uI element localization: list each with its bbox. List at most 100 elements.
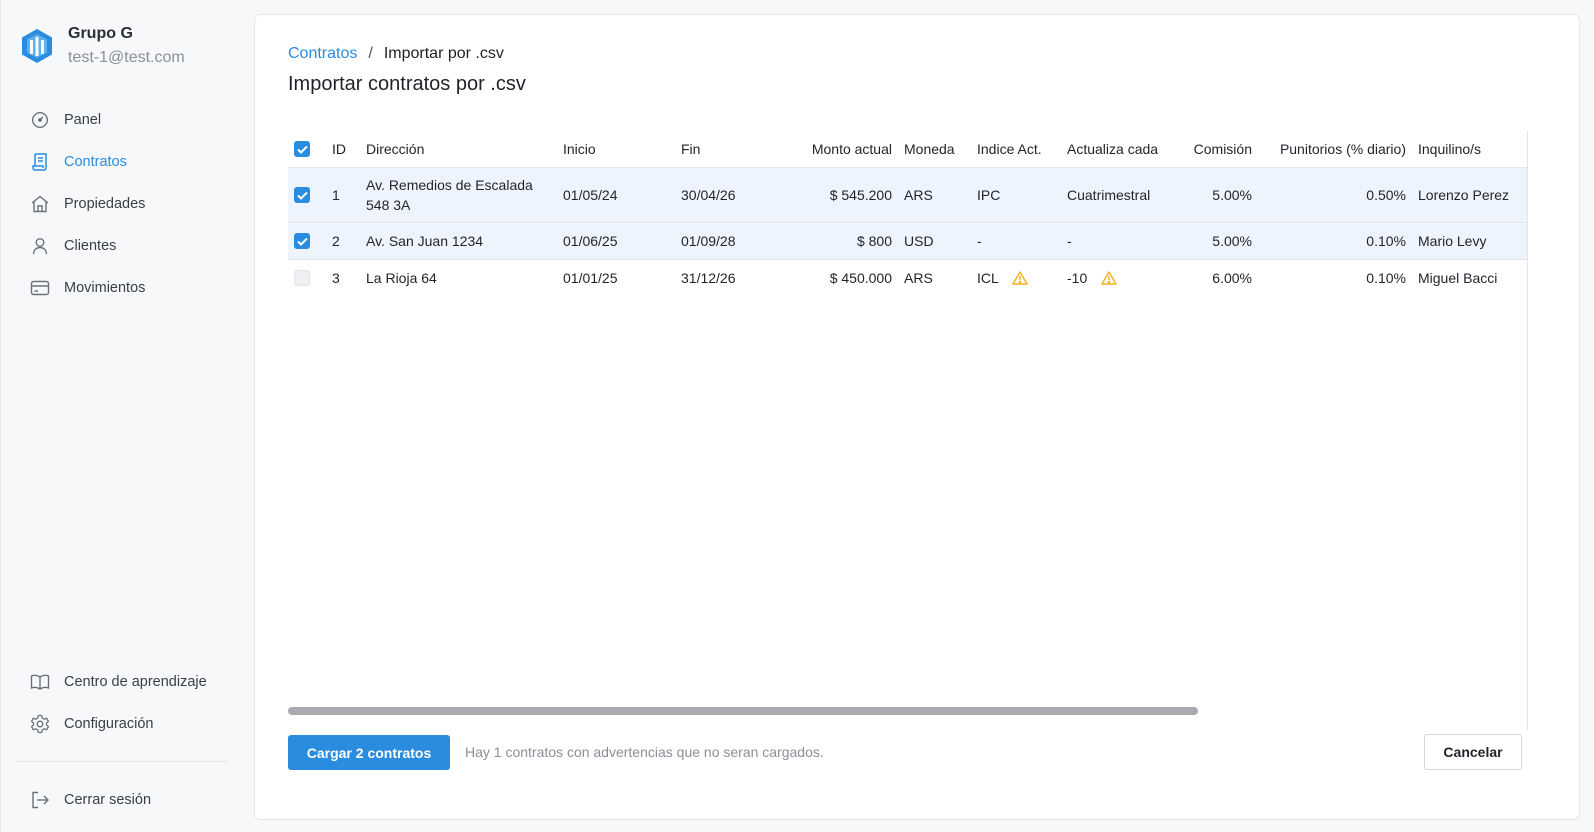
logout-icon [29,789,51,811]
table-row[interactable]: 2 Av. San Juan 1234 01/06/25 01/09/28 $ … [288,222,1527,260]
main-panel: Contratos / Importar por .csv Importar c… [254,14,1580,820]
cell-monto: $ 800 [793,222,898,260]
nav-item-label: Configuración [64,716,154,732]
logout-label: Cerrar sesión [64,792,152,808]
column-header-monto[interactable]: Monto actual [793,131,898,168]
cell-actualiza-value: -10 [1067,269,1088,286]
row-checkbox-disabled [294,270,310,287]
nav-item-clientes[interactable]: Clientes [29,225,145,267]
column-header-indice[interactable]: Indice Act. [971,131,1061,168]
nav-item-centro-aprendizaje[interactable]: Centro de aprendizaje [29,661,207,703]
cell-indice-value: ICL [977,269,999,286]
cell-inquilino: Miguel Bacci [1418,269,1498,286]
cell-comision: 5.00% [1177,222,1258,260]
org-logo-icon [22,29,52,63]
cell-actualiza: - [1061,222,1177,260]
nav-item-label: Panel [64,112,102,128]
page-title: Importar contratos por .csv [288,73,526,95]
horizontal-scrollbar[interactable] [288,707,1198,715]
table-row[interactable]: 3 La Rioja 64 01/01/25 31/12/26 $ 450.00… [288,259,1527,296]
nav-item-label: Clientes [64,238,117,254]
breadcrumb: Contratos / Importar por .csv [288,45,504,63]
main-nav: Panel Contratos Propiedades Clientes Mov… [29,99,145,309]
gauge-icon [29,109,51,131]
row-checkbox[interactable] [294,233,310,250]
contracts-table-container[interactable]: ID Dirección Inicio Fin Monto actual Mon… [288,131,1527,687]
select-all-checkbox[interactable] [294,141,310,158]
check-icon [296,145,308,154]
logout-section: Cerrar sesión [29,779,151,821]
gear-icon [29,713,51,735]
warning-message: Hay 1 contratos con advertencias que no … [465,744,824,760]
card-icon [29,277,51,299]
column-header-id[interactable]: ID [326,131,360,168]
cell-direccion: La Rioja 64 [366,269,437,286]
breadcrumb-separator: / [368,45,373,62]
cell-fin: 30/04/26 [675,167,793,223]
cell-actualiza-with-warning: -10 [1061,259,1177,296]
select-all-cell [288,131,326,168]
breadcrumb-link-contratos[interactable]: Contratos [288,45,357,63]
column-header-actualiza[interactable]: Actualiza cada [1061,131,1177,168]
cell-id: 3 [332,269,340,286]
table-right-edge [1527,131,1528,731]
nav-item-label: Movimientos [64,280,146,296]
cell-actualiza: Cuatrimestral [1061,167,1177,223]
cell-moneda: ARS [898,167,971,223]
cell-inquilino: Mario Levy [1412,222,1527,260]
row-select-cell [288,259,326,296]
cell-comision: 6.00% [1212,269,1252,286]
column-header-moneda[interactable]: Moneda [898,131,971,168]
cell-inicio: 01/01/25 [563,269,618,286]
column-header-punitorios[interactable]: Punitorios (% diario) [1258,131,1412,168]
logout-button[interactable]: Cerrar sesión [29,779,151,821]
secondary-nav: Centro de aprendizaje Configuración [29,661,207,745]
cell-moneda: USD [898,222,971,260]
nav-item-label: Contratos [64,154,127,170]
org-header[interactable]: Grupo G test-1@test.com [21,24,185,70]
column-header-inicio[interactable]: Inicio [557,131,675,168]
cell-direccion: Av. Remedios de Escalada 548 3A [360,167,557,223]
column-header-direccion[interactable]: Dirección [360,131,557,168]
sidebar-divider [17,761,227,762]
cell-punitorios: 0.10% [1366,269,1406,286]
cell-moneda: ARS [904,269,933,286]
nav-item-movimientos[interactable]: Movimientos [29,267,145,309]
nav-item-propiedades[interactable]: Propiedades [29,183,145,225]
cell-inicio: 01/05/24 [557,167,675,223]
nav-item-label: Centro de aprendizaje [64,674,207,690]
nav-item-configuracion[interactable]: Configuración [29,703,207,745]
cell-id: 1 [326,167,360,223]
cell-indice: - [971,222,1061,260]
row-select-cell [288,222,326,260]
cell-indice-with-warning: ICL [971,259,1061,296]
org-email: test-1@test.com [68,49,185,66]
cell-direccion: Av. San Juan 1234 [360,222,557,260]
check-icon [296,191,308,200]
cell-indice: IPC [971,167,1061,223]
org-name: Grupo G [68,25,133,42]
check-icon [296,237,308,246]
column-header-fin[interactable]: Fin [675,131,793,168]
column-header-comision[interactable]: Comisión [1177,131,1258,168]
cancel-button[interactable]: Cancelar [1424,734,1522,770]
warning-icon[interactable] [1012,270,1028,285]
table-row[interactable]: 1 Av. Remedios de Escalada 548 3A 01/05/… [288,167,1527,223]
cell-punitorios: 0.10% [1258,222,1412,260]
row-select-cell [288,167,326,223]
nav-item-label: Propiedades [64,196,146,212]
book-icon [29,671,51,693]
user-icon [29,235,51,257]
scroll-icon [29,151,51,173]
warning-icon[interactable] [1101,270,1117,285]
table-header-row: ID Dirección Inicio Fin Monto actual Mon… [288,131,1527,168]
nav-item-panel[interactable]: Panel [29,99,145,141]
cell-punitorios: 0.50% [1258,167,1412,223]
cell-inicio: 01/06/25 [557,222,675,260]
cell-monto: $ 545.200 [793,167,898,223]
column-header-inquilino[interactable]: Inquilino/s [1412,131,1527,168]
nav-item-contratos[interactable]: Contratos [29,141,145,183]
sidebar: Grupo G test-1@test.com Panel Contratos … [0,0,254,832]
row-checkbox[interactable] [294,187,310,204]
load-contracts-button[interactable]: Cargar 2 contratos [288,735,450,770]
